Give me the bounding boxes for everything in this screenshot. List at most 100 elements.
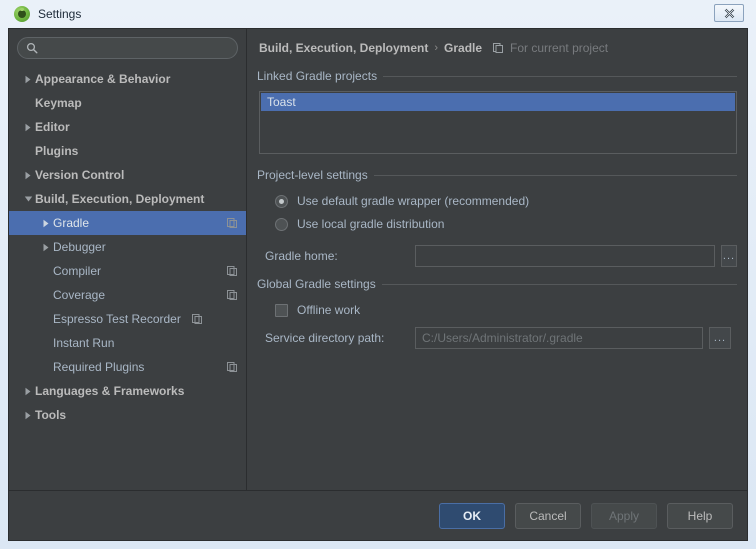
linked-projects-list[interactable]: Toast	[259, 91, 737, 154]
sidebar-item-languages-frameworks[interactable]: Languages & Frameworks	[9, 379, 246, 403]
radio-local-distribution-label: Use local gradle distribution	[297, 217, 445, 231]
sidebar-item-label: Build, Execution, Deployment	[35, 192, 205, 206]
service-directory-browse-button[interactable]: ...	[709, 327, 731, 349]
sidebar-item-tools[interactable]: Tools	[9, 403, 246, 427]
copy-settings-icon[interactable]	[226, 265, 238, 277]
chevron-right-icon[interactable]	[39, 219, 53, 228]
search-container	[9, 29, 246, 65]
sidebar-item-label: Keymap	[35, 96, 82, 110]
linked-projects-title: Linked Gradle projects	[257, 69, 378, 83]
breadcrumb: Build, Execution, Deployment › Gradle Fo…	[257, 39, 737, 69]
checkbox-indicator	[275, 303, 288, 317]
copy-icon	[227, 218, 237, 228]
copy-icon	[493, 43, 504, 53]
dialog-content: Appearance & Behavior Keymap Editor Plugins…	[9, 29, 747, 490]
ok-button[interactable]: OK	[439, 502, 505, 529]
linked-projects-header: Linked Gradle projects	[257, 69, 737, 83]
settings-detail-pane: Build, Execution, Deployment › Gradle Fo…	[247, 29, 747, 490]
sidebar-item-editor[interactable]: Editor	[9, 115, 246, 139]
radio-indicator	[275, 217, 288, 231]
copy-icon	[227, 290, 237, 300]
sidebar-item-plugins[interactable]: Plugins	[9, 139, 246, 163]
gradle-home-browse-button[interactable]: ...	[721, 245, 737, 267]
chevron-right-icon[interactable]	[21, 75, 35, 84]
search-input[interactable]	[44, 41, 229, 55]
sidebar-item-espresso-test-recorder[interactable]: Espresso Test Recorder	[9, 307, 246, 331]
sidebar-item-label: Compiler	[53, 264, 102, 278]
chevron-right-icon[interactable]	[21, 171, 35, 180]
close-button[interactable]	[714, 4, 744, 22]
section-divider	[381, 283, 737, 285]
settings-sidebar: Appearance & Behavior Keymap Editor Plugins…	[9, 29, 247, 490]
copy-settings-icon[interactable]	[191, 313, 203, 325]
offline-work-label: Offline work	[297, 303, 361, 317]
search-icon	[26, 42, 38, 54]
sidebar-item-required-plugins[interactable]: Required Plugins	[9, 355, 246, 379]
chevron-down-icon[interactable]	[21, 195, 35, 203]
help-button[interactable]: Help	[667, 502, 733, 529]
section-divider	[373, 174, 737, 176]
service-directory-row: Service directory path: C:/Users/Adminis…	[265, 327, 737, 349]
gradle-home-input[interactable]	[415, 245, 715, 267]
service-directory-input[interactable]: C:/Users/Administrator/.gradle	[415, 327, 703, 349]
global-settings-header: Global Gradle settings	[257, 277, 737, 291]
section-divider	[383, 75, 737, 77]
copy-settings-icon[interactable]	[226, 289, 238, 301]
breadcrumb-scope-note: For current project	[510, 41, 609, 55]
sidebar-item-appearance-behavior[interactable]: Appearance & Behavior	[9, 67, 246, 91]
settings-window: Settings Appearance & Behavior Keymap Ed…	[0, 0, 756, 549]
sidebar-item-label: Gradle	[53, 216, 90, 230]
project-level-title: Project-level settings	[257, 168, 368, 182]
sidebar-item-version-control[interactable]: Version Control	[9, 163, 246, 187]
radio-default-wrapper-label: Use default gradle wrapper (recommended)	[297, 194, 530, 208]
sidebar-item-gradle[interactable]: Gradle	[9, 211, 246, 235]
sidebar-item-label: Coverage	[53, 288, 106, 302]
copy-icon	[227, 362, 237, 372]
breadcrumb-separator: ›	[434, 42, 439, 54]
sidebar-item-label: Debugger	[53, 240, 106, 254]
sidebar-item-label: Version Control	[35, 168, 125, 182]
dialog-footer: OK Cancel Apply Help	[9, 490, 747, 540]
copy-settings-icon[interactable]	[226, 361, 238, 373]
chevron-right-icon[interactable]	[39, 243, 53, 252]
cancel-button[interactable]: Cancel	[515, 502, 581, 529]
breadcrumb-current: Gradle	[444, 41, 483, 55]
settings-tree: Appearance & Behavior Keymap Editor Plugins…	[9, 65, 246, 490]
close-icon	[724, 8, 734, 18]
copy-icon	[227, 266, 237, 276]
radio-default-wrapper[interactable]: Use default gradle wrapper (recommended)	[275, 194, 737, 208]
settings-dialog: Appearance & Behavior Keymap Editor Plugins…	[8, 28, 748, 541]
sidebar-item-label: Plugins	[35, 144, 79, 158]
offline-work-checkbox-row[interactable]: Offline work	[275, 303, 737, 317]
copy-icon	[191, 314, 202, 324]
sidebar-item-instant-run[interactable]: Instant Run	[9, 331, 246, 355]
chevron-right-icon[interactable]	[21, 387, 35, 396]
title-bar: Settings	[8, 0, 748, 28]
sidebar-item-keymap[interactable]: Keymap	[9, 91, 246, 115]
sidebar-item-label: Appearance & Behavior	[35, 72, 171, 86]
breadcrumb-parent[interactable]: Build, Execution, Deployment	[259, 41, 428, 55]
apply-button: Apply	[591, 502, 657, 529]
radio-local-distribution[interactable]: Use local gradle distribution	[275, 217, 737, 231]
global-settings-title: Global Gradle settings	[257, 277, 376, 291]
linked-project-label: Toast	[267, 95, 296, 109]
android-studio-icon	[14, 6, 30, 22]
sidebar-item-label: Languages & Frameworks	[35, 384, 185, 398]
chevron-right-icon[interactable]	[21, 123, 35, 132]
sidebar-item-label: Espresso Test Recorder	[53, 312, 181, 326]
sidebar-item-coverage[interactable]: Coverage	[9, 283, 246, 307]
sidebar-item-label: Instant Run	[53, 336, 115, 350]
copy-settings-icon[interactable]	[226, 217, 238, 229]
sidebar-item-label: Editor	[35, 120, 70, 134]
chevron-right-icon[interactable]	[21, 411, 35, 420]
gradle-home-label: Gradle home:	[265, 249, 338, 263]
search-box[interactable]	[17, 37, 238, 59]
service-directory-label: Service directory path:	[265, 331, 385, 345]
sidebar-item-debugger[interactable]: Debugger	[9, 235, 246, 259]
sidebar-item-build-execution-deployment[interactable]: Build, Execution, Deployment	[9, 187, 246, 211]
sidebar-item-compiler[interactable]: Compiler	[9, 259, 246, 283]
list-item[interactable]: Toast	[261, 93, 735, 111]
sidebar-item-label: Required Plugins	[53, 360, 145, 374]
project-level-header: Project-level settings	[257, 168, 737, 182]
gradle-home-row: Gradle home: ...	[265, 245, 737, 267]
